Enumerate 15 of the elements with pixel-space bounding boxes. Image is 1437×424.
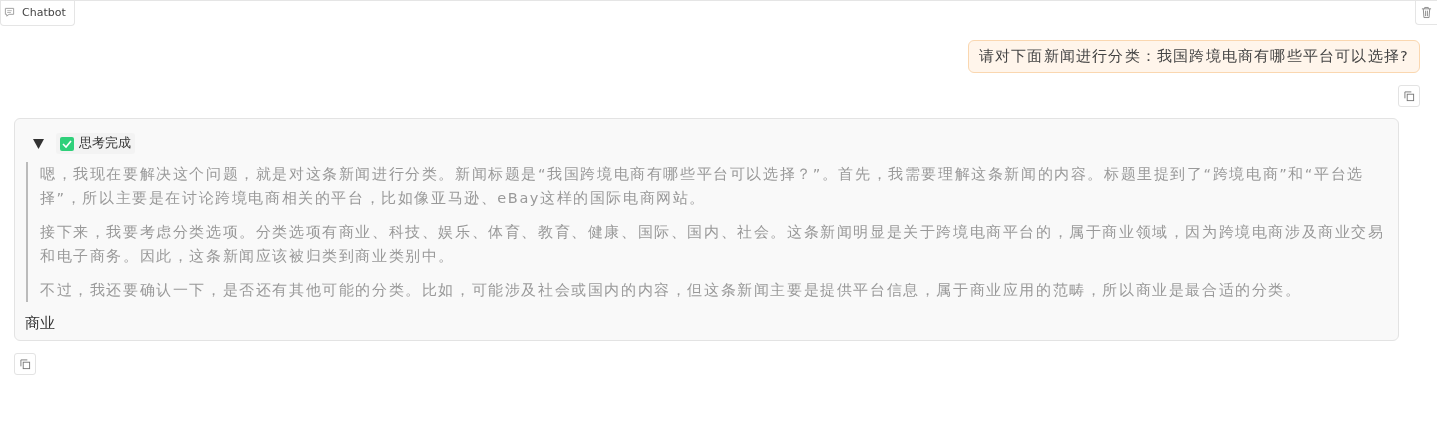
thinking-paragraph: 不过，我还要确认一下，是否还有其他可能的分类。比如，可能涉及社会或国内的内容，但这条新闻主要是提供平台信息，属于商业应用的范畴，所以商业是最合适的分类。 xyxy=(40,281,1303,300)
thinking-paragraph: 嗯，我现在要解决这个问题，就是对这条新闻进行分类。新闻标题是“我国跨境电商有哪些平台可以选择？”。首先，我需要理解这条新闻的内容。标题里提到了“跨境电商”和“平台选择”，所以主要是在讨论跨境电商相关的平台，比如像亚马逊、eBay这样的国际电商网站。 xyxy=(40,165,1365,208)
copy-button[interactable] xyxy=(1398,85,1420,107)
caret-icon[interactable] xyxy=(33,138,44,149)
thinking-status: 思考完成 xyxy=(79,135,131,152)
delete-button[interactable] xyxy=(1415,1,1437,25)
chat-icon xyxy=(4,7,15,18)
copy-button[interactable] xyxy=(14,353,36,375)
thinking-paragraph: 接下来，我要考虑分类选项。分类选项有商业、科技、娱乐、体育、教育、健康、国际、国内、社会。这条新闻明显是关于跨境电商平台的，属于商业领域，因为跨境电商涉及商业交易和电子商务。因此，这条新闻应该被归类到商业类别中。 xyxy=(40,223,1386,266)
copy-icon xyxy=(1403,90,1415,102)
copy-icon xyxy=(19,358,31,370)
chatbot-title: Chatbot xyxy=(22,6,66,19)
bot-answer: 商业 xyxy=(25,314,56,333)
trash-icon xyxy=(1421,6,1432,19)
user-message: 请对下面新闻进行分类：我国跨境电商有哪些平台可以选择? xyxy=(967,40,1420,73)
